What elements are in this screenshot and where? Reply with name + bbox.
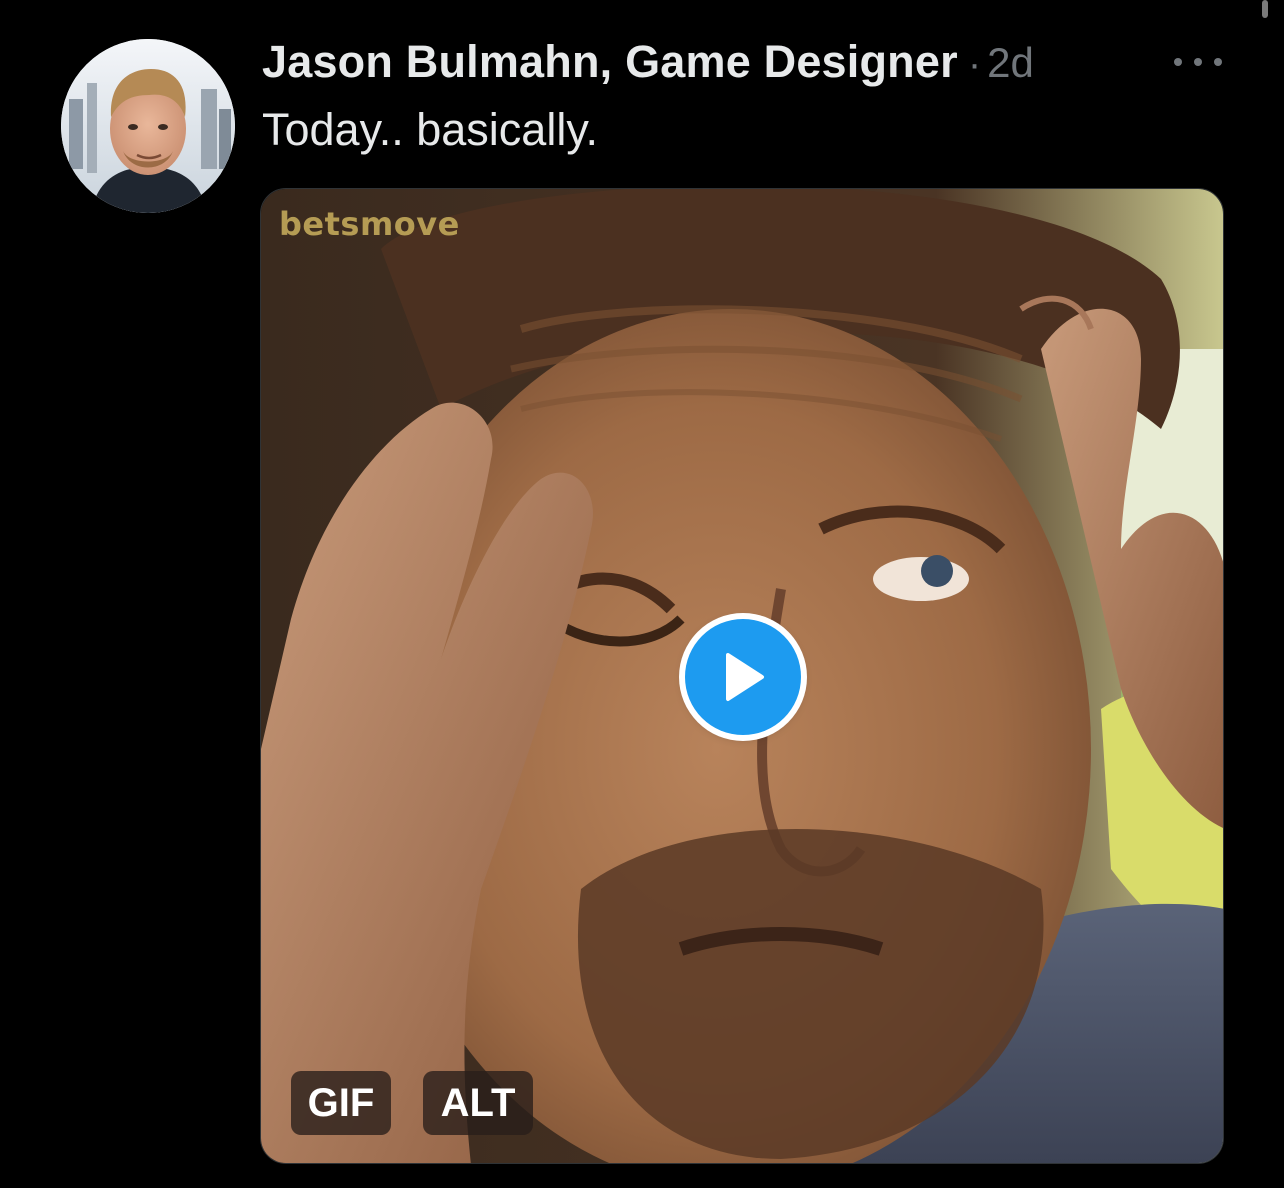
post-header: Jason Bulmahn, Game Designer · 2d — [262, 36, 1034, 92]
gif-badge: GIF — [291, 1071, 391, 1135]
gif-media[interactable]: betsmove GIF ALT — [260, 188, 1224, 1164]
post-text: Today.. basically. — [262, 104, 598, 155]
more-horizontal-icon-dot — [1214, 58, 1222, 66]
play-icon — [726, 653, 764, 701]
alt-text-badge[interactable]: ALT — [423, 1071, 533, 1135]
avatar-image — [61, 39, 235, 213]
play-button[interactable] — [685, 619, 801, 735]
more-options-button[interactable] — [1174, 50, 1222, 74]
more-horizontal-icon-dot — [1194, 58, 1202, 66]
avatar[interactable] — [61, 39, 235, 213]
separator-dot: · — [967, 42, 982, 86]
timestamp[interactable]: 2d — [987, 39, 1034, 87]
media-watermark: betsmove — [279, 205, 460, 243]
more-horizontal-icon — [1174, 58, 1182, 66]
author-name[interactable]: Jason Bulmahn, Game Designer — [262, 36, 958, 88]
scrollbar-thumb[interactable] — [1262, 0, 1268, 18]
